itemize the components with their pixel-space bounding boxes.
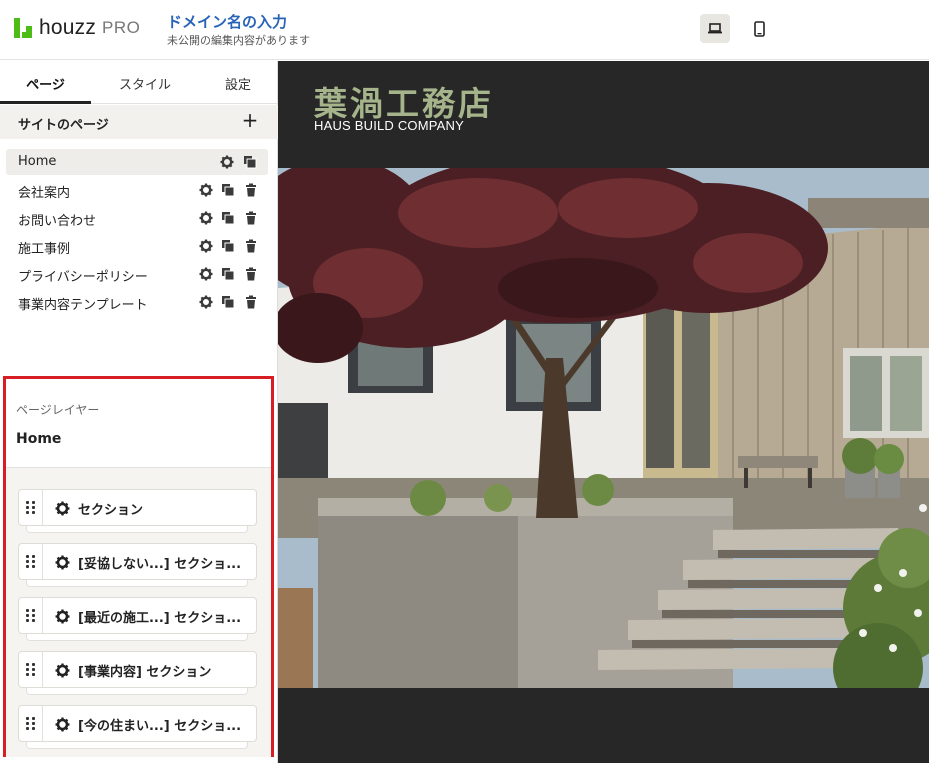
domain-name-link[interactable]: ドメイン名の入力 — [167, 11, 287, 32]
tab-pages[interactable]: ページ — [0, 74, 91, 93]
trash-icon[interactable] — [244, 211, 258, 225]
desktop-view-button[interactable] — [700, 14, 730, 43]
trash-icon[interactable] — [244, 239, 258, 253]
trash-icon[interactable] — [244, 183, 258, 197]
section-layer-label: [妥協しない...] セクショ... — [78, 557, 242, 572]
logo-pro-text: PRO — [102, 18, 141, 37]
page-item-label: お問い合わせ — [18, 214, 97, 229]
gear-icon[interactable] — [199, 295, 213, 309]
drag-handle-icon[interactable] — [19, 598, 43, 633]
section-layer-label: [今の住まい...] セクショ... — [78, 719, 242, 734]
trash-icon[interactable] — [244, 267, 258, 281]
gear-icon[interactable] — [55, 501, 70, 516]
site-brand-tagline[interactable]: HAUS BUILD COMPANY — [314, 118, 464, 133]
section-layer-list: セクション [妥協しない...] セクショ... [最近の施工...] セクショ… — [6, 467, 271, 757]
duplicate-icon[interactable] — [221, 295, 235, 309]
tab-style[interactable]: スタイル — [100, 74, 190, 93]
page-item-services-template[interactable]: 事業内容テンプレート — [6, 289, 268, 315]
mobile-icon — [753, 20, 765, 37]
section-layer-item[interactable]: [今の住まい...] セクショ... — [18, 705, 257, 742]
section-layer-item[interactable]: [妥協しない...] セクショ... — [18, 543, 257, 580]
duplicate-icon[interactable] — [221, 239, 235, 253]
unpublished-notice: 未公開の編集内容があります — [167, 34, 310, 47]
laptop-icon — [708, 23, 722, 34]
page-item-about[interactable]: 会社案内 — [6, 177, 268, 203]
section-layer-label: [最近の施工...] セクショ... — [78, 611, 242, 626]
houzz-logo-icon — [14, 18, 32, 38]
page-item-label: Home — [18, 154, 57, 169]
tab-settings[interactable]: 設定 — [200, 74, 276, 93]
page-item-label: 施工事例 — [18, 242, 71, 257]
page-layers-panel: ページレイヤー Home セクション [妥協しない...] セクショ... [最… — [3, 376, 274, 757]
gear-icon[interactable] — [199, 211, 213, 225]
drag-handle-icon[interactable] — [19, 706, 43, 741]
site-pages-title: サイトのページ — [18, 118, 109, 133]
add-page-button[interactable]: + — [240, 110, 260, 131]
duplicate-icon[interactable] — [221, 183, 235, 197]
gear-icon[interactable] — [55, 717, 70, 732]
trash-icon[interactable] — [244, 295, 258, 309]
gear-icon[interactable] — [199, 267, 213, 281]
site-preview[interactable]: 葉渦工務店 HAUS BUILD COMPANY — [278, 61, 929, 763]
section-layer-label: [事業内容] セクション — [78, 665, 212, 680]
page-item-home[interactable]: Home — [6, 149, 268, 175]
page-item-works[interactable]: 施工事例 — [6, 233, 268, 259]
section-layer-item[interactable]: [最近の施工...] セクショ... — [18, 597, 257, 634]
page-item-label: 事業内容テンプレート — [18, 298, 148, 313]
duplicate-icon[interactable] — [221, 211, 235, 225]
top-bar: houzz PRO ドメイン名の入力 未公開の編集内容があります — [0, 0, 929, 60]
duplicate-icon[interactable] — [243, 155, 257, 169]
gear-icon[interactable] — [55, 663, 70, 678]
hero-image[interactable] — [278, 168, 929, 688]
page-item-label: 会社案内 — [18, 186, 71, 201]
mobile-view-button[interactable] — [744, 14, 774, 43]
sidebar-tabs: ページ スタイル 設定 — [0, 61, 278, 104]
section-layer-label: セクション — [78, 503, 144, 518]
page-layers-label: ページレイヤー — [16, 403, 100, 417]
house-courtyard-photo — [278, 168, 929, 688]
gear-icon[interactable] — [199, 239, 213, 253]
editor-sidebar: ページ スタイル 設定 サイトのページ + Home 会社案内 お問い合わせ 施… — [0, 61, 278, 763]
houzz-pro-logo[interactable]: houzz PRO — [14, 16, 140, 40]
section-layer-item[interactable]: セクション — [18, 489, 257, 526]
gear-icon[interactable] — [55, 609, 70, 624]
page-layers-page-name: Home — [16, 431, 62, 447]
drag-handle-icon[interactable] — [19, 544, 43, 579]
logo-text: houzz — [39, 16, 97, 39]
duplicate-icon[interactable] — [221, 267, 235, 281]
page-item-label: プライバシーポリシー — [18, 270, 148, 285]
page-item-privacy[interactable]: プライバシーポリシー — [6, 261, 268, 287]
drag-handle-icon[interactable] — [19, 652, 43, 687]
gear-icon[interactable] — [199, 183, 213, 197]
drag-handle-icon[interactable] — [19, 490, 43, 525]
page-item-contact[interactable]: お問い合わせ — [6, 205, 268, 231]
section-layer-item[interactable]: [事業内容] セクション — [18, 651, 257, 688]
active-tab-indicator — [0, 101, 91, 104]
gear-icon[interactable] — [55, 555, 70, 570]
gear-icon[interactable] — [220, 155, 234, 169]
